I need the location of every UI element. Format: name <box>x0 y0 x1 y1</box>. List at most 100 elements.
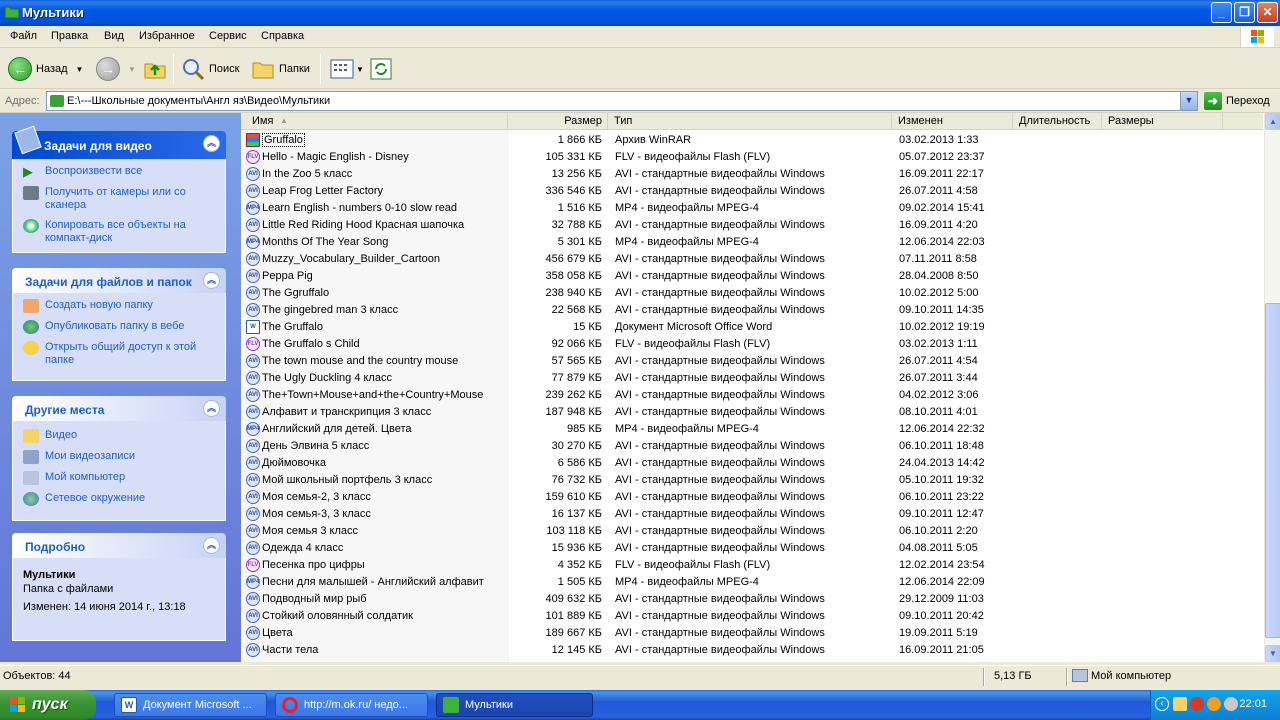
table-row[interactable]: FLV The Gruffalo s Child 92 066 КБ FLV - ви… <box>241 336 1263 353</box>
table-row[interactable]: W The Gruffalo 15 КБ Документ Microsoft Off… <box>241 319 1263 336</box>
up-button[interactable] <box>143 55 167 83</box>
menu-view[interactable]: Вид <box>104 30 124 42</box>
table-row[interactable]: AVI The gingebred man 3 класс 22 568 КБ AVI… <box>241 302 1263 319</box>
chevron-down-icon[interactable]: ▼ <box>356 65 364 74</box>
menu-file[interactable]: Файл <box>10 30 37 42</box>
table-row[interactable]: AVI In the Zoo 5 класс 13 256 КБ AVI - стан… <box>241 166 1263 183</box>
file-list[interactable]: Имя ▲ Размер Тип Изменен Длительность Ра… <box>241 113 1280 662</box>
menu-edit[interactable]: Правка <box>51 30 88 42</box>
vertical-scrollbar[interactable]: ▲ ▼ <box>1264 113 1280 662</box>
taskbar-item-opera[interactable]: http://m.ok.ru/ недо... <box>275 693 428 717</box>
sync-button[interactable] <box>370 55 392 83</box>
chevron-down-icon[interactable]: ▼ <box>128 65 136 74</box>
table-row[interactable]: MP4 Months Of The Year Song 5 301 КБ MP4 - … <box>241 234 1263 251</box>
chevron-down-icon[interactable]: ▼ <box>1180 92 1197 110</box>
forward-button[interactable]: → ▼ <box>96 55 136 83</box>
taskbar-item-label: http://m.ok.ru/ недо... <box>304 699 408 711</box>
collapse-icon[interactable]: ︽ <box>203 272 220 289</box>
table-row[interactable]: AVI Моя семья-3, 3 класс 16 137 КБ AVI - ст… <box>241 506 1263 523</box>
table-row[interactable]: AVI Одежда 4 класс 15 936 КБ AVI - стандарт… <box>241 540 1263 557</box>
avi-file-icon: AVI <box>246 473 260 487</box>
menu-help[interactable]: Справка <box>261 30 304 42</box>
table-row[interactable]: AVI Мой школьный портфель 3 класс 76 732 К… <box>241 472 1263 489</box>
collapse-icon[interactable]: ︽ <box>203 135 220 152</box>
place-network[interactable]: Сетевое окружение <box>23 492 215 506</box>
collapse-icon[interactable]: ︽ <box>203 537 220 554</box>
table-row[interactable]: AVI Стойкий оловянный солдатик 101 889 КБ A… <box>241 608 1263 625</box>
folder-up-icon <box>144 63 166 79</box>
task-new-folder[interactable]: Создать новую папку <box>23 299 215 313</box>
scroll-down-icon[interactable]: ▼ <box>1265 645 1280 662</box>
search-icon <box>183 59 205 81</box>
panel-header[interactable]: Подробно ︽ <box>12 533 226 558</box>
title-bar[interactable]: Мультики _ ❐ ✕ <box>0 0 1280 26</box>
scroll-thumb[interactable] <box>1265 303 1280 638</box>
maximize-button[interactable]: ❐ <box>1234 2 1255 23</box>
task-publish-web[interactable]: Опубликовать папку в вебе <box>23 320 215 334</box>
table-row[interactable]: AVI Алфавит и транскрипция 3 класс 187 948… <box>241 404 1263 421</box>
table-row[interactable]: AVI The Ugly Duckling 4 класс 77 879 КБ AVI… <box>241 370 1263 387</box>
table-row[interactable]: MP4 Английский для детей. Цвета 985 КБ MP4 … <box>241 421 1263 438</box>
menu-tools[interactable]: Сервис <box>209 30 247 42</box>
table-row[interactable]: AVI Части тела 12 145 КБ AVI - стандартные … <box>241 642 1263 659</box>
address-input[interactable]: E:\---Школьные документы\Англ яз\Видео\М… <box>46 91 1198 111</box>
update-icon[interactable] <box>1207 697 1221 711</box>
avi-file-icon: AVI <box>246 439 260 453</box>
volume-icon[interactable] <box>1224 697 1238 711</box>
column-name[interactable]: Имя ▲ <box>246 113 508 130</box>
task-copy-to-cd[interactable]: Копировать все объекты на компакт-диск <box>23 219 215 245</box>
column-type[interactable]: Тип <box>608 113 892 130</box>
table-row[interactable]: AVI День Элвина 5 класс 30 270 КБ AVI - ста… <box>241 438 1263 455</box>
place-video[interactable]: Видео <box>23 429 215 443</box>
column-modified[interactable]: Изменен <box>892 113 1013 130</box>
table-row[interactable]: MP4 Learn English - numbers 0-10 slow rea… <box>241 200 1263 217</box>
table-row[interactable]: MP4 Песни для малышей - Английский алфави… <box>241 574 1263 591</box>
column-dimensions[interactable]: Размеры <box>1102 113 1223 130</box>
search-button[interactable]: Поиск <box>181 55 239 83</box>
chevron-down-icon[interactable]: ▼ <box>76 65 84 74</box>
table-row[interactable]: AVI Peppa Pig 358 058 КБ AVI - стандартные … <box>241 268 1263 285</box>
column-duration[interactable]: Длительность <box>1013 113 1102 130</box>
table-row[interactable]: FLV Песенка про цифры 4 352 КБ FLV - видеоф… <box>241 557 1263 574</box>
panel-header[interactable]: Задачи для видео ︽ <box>12 125 226 159</box>
menu-favorites[interactable]: Избранное <box>139 30 195 42</box>
table-row[interactable]: AVI Little Red Riding Hood Красная шапочк… <box>241 217 1263 234</box>
taskbar-item-explorer[interactable]: Мультики <box>436 693 593 717</box>
table-row[interactable]: AVI The town mouse and the country mouse 5… <box>241 353 1263 370</box>
table-row[interactable]: Gruffalo 1 866 КБ Архив WinRAR 03.02.2013 1… <box>241 132 1263 149</box>
table-row[interactable]: AVI Моя семья-2, 3 класс 159 610 КБ AVI - с… <box>241 489 1263 506</box>
collapse-icon[interactable]: ︽ <box>203 400 220 417</box>
table-row[interactable]: AVI Подводный мир рыб 409 632 КБ AVI - стан… <box>241 591 1263 608</box>
table-row[interactable]: AVI Leap Frog Letter Factory 336 546 КБ AVI… <box>241 183 1263 200</box>
task-share-folder[interactable]: Открыть общий доступ к этой папке <box>23 341 215 367</box>
panel-header[interactable]: Задачи для файлов и папок ︽ <box>12 268 226 293</box>
table-row[interactable]: AVI Цвета 189 667 КБ AVI - стандартные виде… <box>241 625 1263 642</box>
show-hidden-icons-icon[interactable]: ‹ <box>1155 697 1169 711</box>
place-my-computer[interactable]: Мой компьютер <box>23 471 215 485</box>
taskbar-item-word[interactable]: W Документ Microsoft ... <box>114 693 267 717</box>
table-row[interactable]: AVI The Ggruffalo 238 940 КБ AVI - стандарт… <box>241 285 1263 302</box>
file-size: 15 936 КБ <box>551 542 602 554</box>
task-play-all[interactable]: ▶ Воспроизвести все <box>23 165 215 179</box>
panel-header[interactable]: Другие места ︽ <box>12 396 226 421</box>
table-row[interactable]: AVI The+Town+Mouse+and+the+Country+Mouse 2… <box>241 387 1263 404</box>
task-get-from-camera[interactable]: Получить от камеры или со сканера <box>23 186 215 212</box>
table-row[interactable]: AVI Muzzy_Vocabulary_Builder_Cartoon 456 6… <box>241 251 1263 268</box>
clock[interactable]: 22:01 <box>1239 698 1267 710</box>
minimize-button[interactable]: _ <box>1211 2 1232 23</box>
table-row[interactable]: FLV Hello - Magic English - Disney 105 331… <box>241 149 1263 166</box>
scroll-up-icon[interactable]: ▲ <box>1265 113 1280 130</box>
back-button[interactable]: ← Назад ▼ <box>8 55 83 83</box>
go-button[interactable]: ➜ Переход <box>1204 92 1270 110</box>
close-button[interactable]: ✕ <box>1257 2 1278 23</box>
folders-button[interactable]: Папки <box>251 55 310 83</box>
table-row[interactable]: AVI Дюймовочка 6 586 КБ AVI - стандартные в… <box>241 455 1263 472</box>
column-size[interactable]: Размер <box>508 113 608 130</box>
table-row[interactable]: AVI Моя семья 3 класс 103 118 КБ AVI - стан… <box>241 523 1263 540</box>
usb-icon[interactable] <box>1173 697 1187 711</box>
views-button[interactable]: ▼ <box>330 55 364 83</box>
security-icon[interactable] <box>1190 697 1204 711</box>
start-button[interactable]: пуск <box>0 690 96 720</box>
mp4-file-icon: MP4 <box>246 201 260 215</box>
place-my-videos[interactable]: Мои видеозаписи <box>23 450 215 464</box>
